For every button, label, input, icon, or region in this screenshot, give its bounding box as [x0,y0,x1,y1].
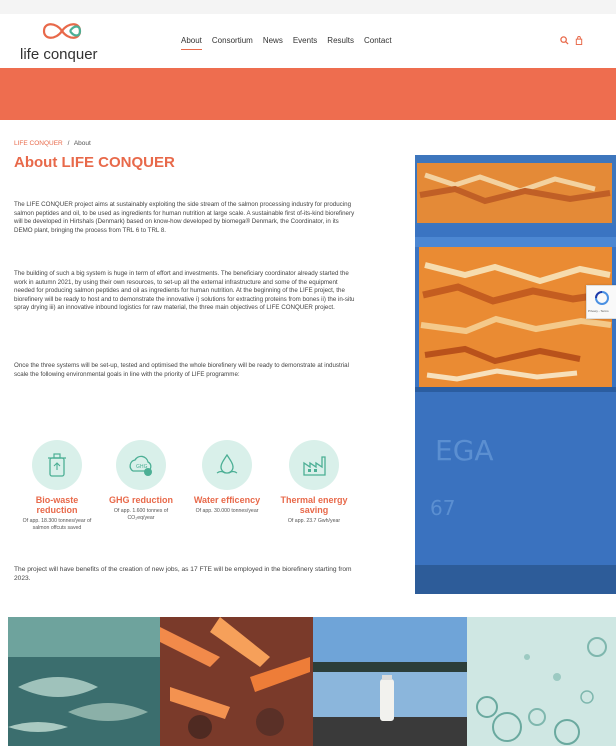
page-title: About LIFE CONQUER [14,154,175,171]
top-bar [0,0,616,14]
goal-title: Water efficency [193,495,261,505]
infinity-logo-icon [42,23,82,39]
fish-underwater-photo [8,617,160,746]
goal-description: Of app. 23.7 Gwh/year [287,518,341,524]
recycle-bin-icon [48,453,66,477]
goal-icon-circle [202,440,252,490]
hero-banner [0,68,616,120]
breadcrumb-separator: / [67,140,70,147]
goal-thermal: Thermal energy saving Of app. 23.7 Gwh/y… [276,440,352,525]
goal-description: Of app. 18.300 tonnes/year of salmon off… [22,518,92,531]
salmon-fillets-photo [160,617,313,746]
lake-bottle-photo [313,617,467,746]
building-paragraph: The building of such a big system is hug… [14,270,355,312]
goal-title: GHG reduction [108,495,173,505]
salmon-bins-illustration: EGA 67 [415,155,616,594]
breadcrumb: LIFE CONQUER / About [14,140,91,147]
intro-paragraph: The LIFE CONQUER project aims at sustain… [14,201,355,234]
nav-results[interactable]: Results [327,36,354,45]
bag-icon[interactable] [575,36,583,45]
ghg-icon: GHG [129,455,152,476]
recaptcha-label[interactable]: Privacy - Terms [588,309,609,313]
nav-contact[interactable]: Contact [364,36,392,45]
breadcrumb-home[interactable]: LIFE CONQUER [14,140,63,147]
goal-ghg: GHG GHG reduction Of app. 1.600 tonnes o… [103,440,179,521]
breadcrumb-current: About [73,140,91,147]
bubbles-photo [467,617,616,746]
goal-title: Thermal energy saving [280,495,348,515]
photo-box-number: 67 [430,496,455,520]
nav-about[interactable]: About [181,36,202,50]
nav-consortium[interactable]: Consortium [212,36,253,45]
water-drop-icon [216,453,238,474]
search-icon[interactable] [560,36,569,45]
goal-title: Bio-waste reduction [35,495,79,515]
goal-icon-circle: GHG [116,440,166,490]
recaptcha-icon [595,291,609,305]
goal-description: Of app. 30.000 tonnes/year [195,508,259,514]
goal-water: Water efficency Of app. 30.000 tonnes/ye… [189,440,265,515]
brand-name: life conquer [20,46,98,63]
jobs-paragraph: The project will have benefits of the cr… [14,566,352,582]
recaptcha-badge[interactable]: Privacy - Terms [586,285,616,319]
salmon-bins-photo: EGA 67 [415,155,616,594]
main-nav: About Consortium News Events Results Con… [181,36,402,50]
goals-intro-paragraph: Once the three systems will be set-up, t… [14,362,349,378]
nav-news[interactable]: News [263,36,283,45]
goal-description: Of app. 1.600 tonnes of CO₂eq/year [113,508,169,521]
goal-icon-circle [32,440,82,490]
site-logo[interactable]: life conquer [20,20,130,64]
goal-icon-circle [289,440,339,490]
photo-box-text: EGA [435,434,494,467]
goal-bio-waste: Bio-waste reduction Of app. 18.300 tonne… [19,440,95,531]
site-header: life conquer About Consortium News Event… [0,14,616,68]
nav-events[interactable]: Events [293,36,317,45]
factory-icon [303,456,326,476]
